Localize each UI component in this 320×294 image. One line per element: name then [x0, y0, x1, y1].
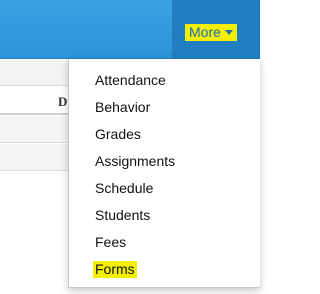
menu-item-attendance[interactable]: Attendance: [69, 67, 260, 94]
caret-down-icon: [224, 29, 233, 35]
more-dropdown-menu: Attendance Behavior Grades Assignments S…: [68, 59, 260, 288]
menu-item-fees[interactable]: Fees: [69, 229, 260, 256]
menu-item-schedule[interactable]: Schedule: [69, 175, 260, 202]
menu-item-grades[interactable]: Grades: [69, 121, 260, 148]
menu-list: Attendance Behavior Grades Assignments S…: [69, 59, 260, 283]
more-menu-button[interactable]: More: [185, 24, 237, 41]
more-button-label: More: [189, 24, 221, 40]
menu-item-behavior[interactable]: Behavior: [69, 94, 260, 121]
menu-item-assignments[interactable]: Assignments: [69, 148, 260, 175]
menu-item-students[interactable]: Students: [69, 202, 260, 229]
table-column-header: D: [58, 94, 68, 109]
menu-item-forms[interactable]: Forms: [69, 256, 260, 283]
